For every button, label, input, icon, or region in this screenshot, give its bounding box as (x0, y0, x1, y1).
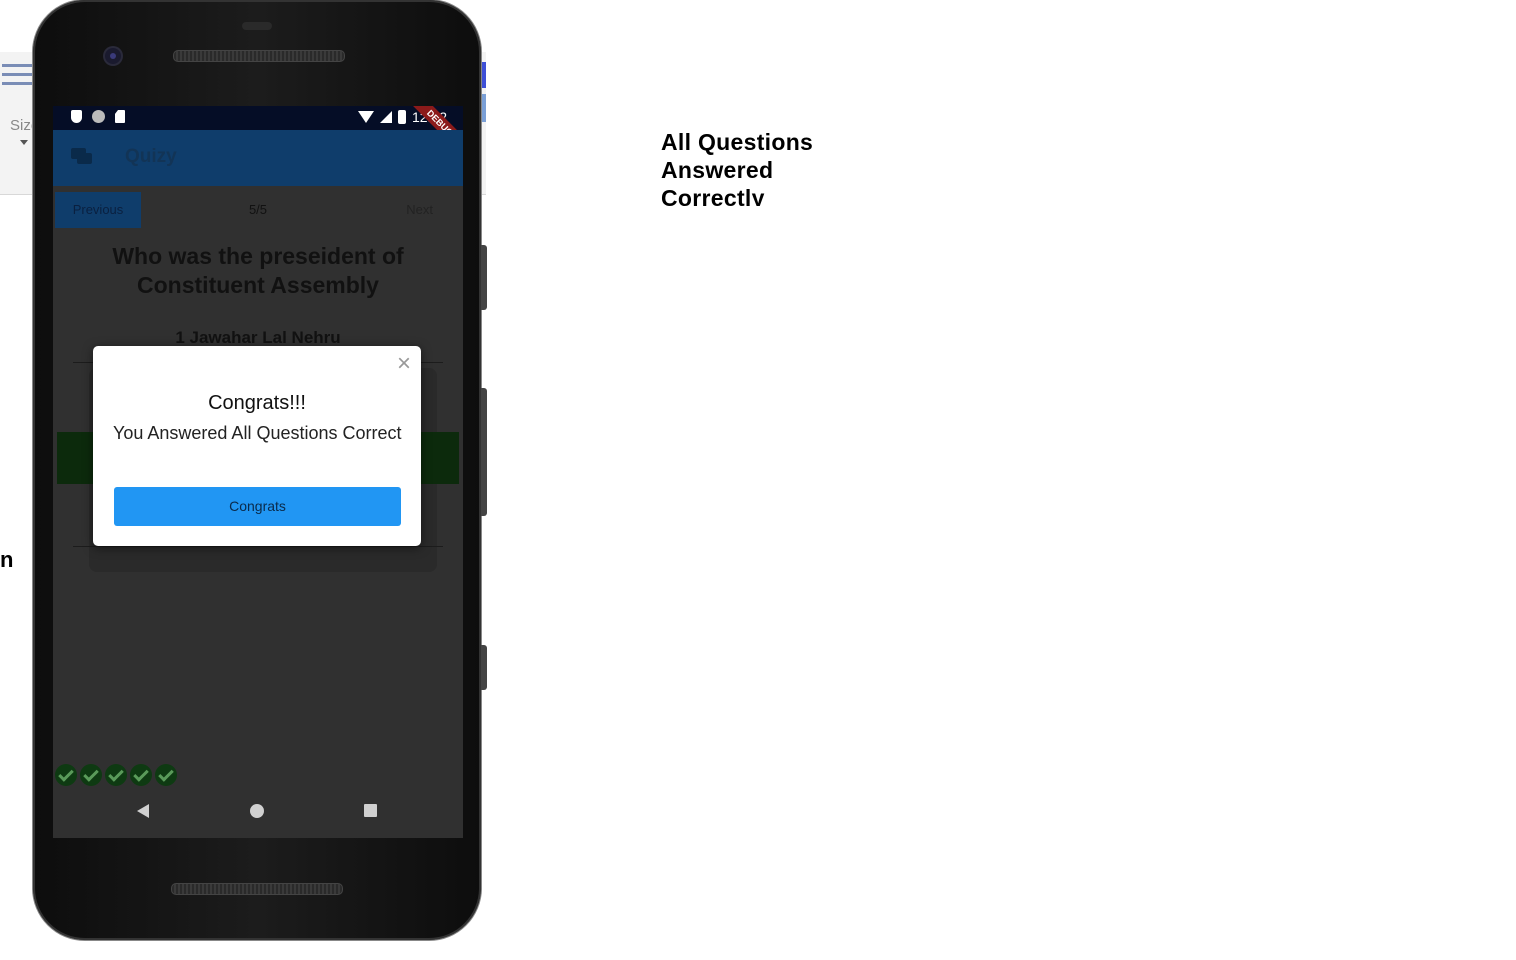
question-text: Who was the preseident of Constituent As… (112, 243, 404, 298)
background-text-fragment: n (0, 547, 14, 572)
recents-icon[interactable] (364, 804, 377, 817)
android-navigation-bar (33, 790, 481, 830)
front-camera-icon (105, 48, 121, 64)
quiz-navigation: Previous 5/5 Next (53, 192, 463, 228)
side-button[interactable] (481, 645, 487, 690)
progress-checks (55, 764, 177, 786)
check-circle-icon (130, 764, 152, 786)
background-toolbar-icon (2, 64, 36, 91)
congrats-dialog: × Congrats!!! You Answered All Questions… (93, 346, 421, 546)
back-icon[interactable] (137, 804, 149, 818)
caption-text: All Questions Answered Correctly (661, 129, 814, 206)
sd-card-icon (115, 110, 125, 123)
check-circle-icon (105, 764, 127, 786)
earpiece-speaker (173, 50, 345, 62)
app-title: Quizy (125, 146, 177, 167)
signal-icon (379, 111, 392, 123)
wifi-icon (357, 111, 374, 123)
chat-icon (71, 148, 93, 166)
home-icon[interactable] (250, 804, 264, 818)
next-button[interactable]: Next (406, 202, 433, 217)
answer-option[interactable]: 1 Jawahar Lal Nehru (73, 328, 443, 348)
bottom-speaker (171, 883, 343, 895)
check-circle-icon (55, 764, 77, 786)
question-counter: 5/5 (248, 202, 268, 217)
shield-icon (71, 110, 82, 123)
app-bar: Quizy (53, 130, 463, 186)
check-circle-icon (80, 764, 102, 786)
check-circle-icon (155, 764, 177, 786)
power-button[interactable] (481, 388, 487, 516)
dialog-title: Congrats!!! (208, 392, 306, 414)
chevron-down-icon (20, 140, 28, 145)
phone-notch (242, 22, 272, 30)
status-bar: 12:02 DEBUG (53, 106, 463, 160)
phone-emulator: 12:02 DEBUG Quizy Previous 5/5 Next Who … (33, 0, 487, 940)
dialog-message: You Answered All Questions Correct (113, 423, 402, 443)
volume-button[interactable] (481, 245, 487, 310)
congrats-button[interactable]: Congrats (114, 487, 401, 526)
sync-icon (92, 110, 105, 123)
divider (73, 546, 443, 547)
close-icon[interactable]: × (397, 352, 411, 376)
battery-icon (397, 110, 406, 124)
